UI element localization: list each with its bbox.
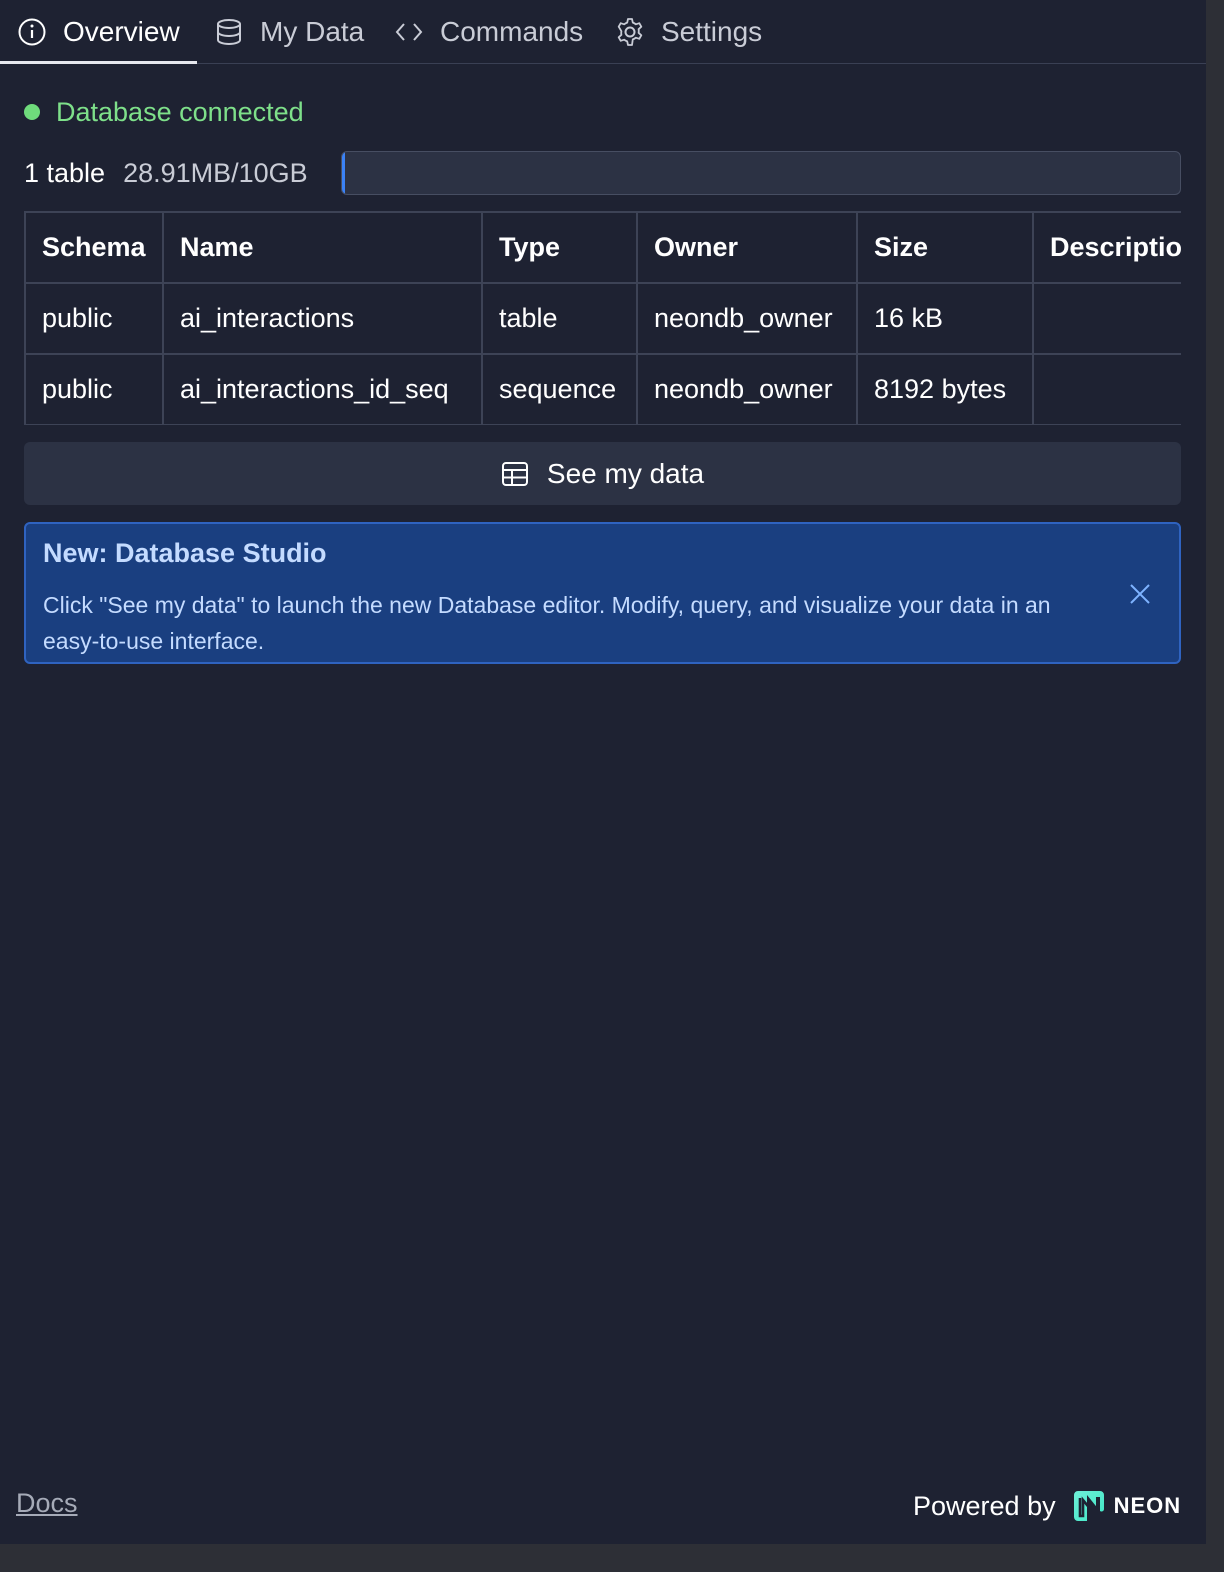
table-cell: public — [24, 353, 164, 425]
table-cell — [1032, 353, 1181, 425]
window-right-edge — [1206, 0, 1224, 1572]
table-header-row: Schema Name Type Owner Size Descriptio — [24, 211, 1181, 284]
column-header-owner: Owner — [636, 211, 858, 284]
table-cell: ai_interactions — [162, 282, 483, 355]
tab-label: Overview — [63, 16, 180, 47]
extension-panel: Overview My Data Commands Settings Datab… — [0, 0, 1206, 1544]
table-cell: neondb_owner — [636, 353, 858, 425]
gear-icon — [617, 18, 643, 46]
column-header-name: Name — [162, 211, 483, 284]
tables-table: Schema Name Type Owner Size Descriptio p… — [24, 211, 1181, 425]
status-dot-icon — [24, 104, 40, 120]
notice-body: Click "See my data" to launch the new Da… — [43, 592, 1051, 654]
notice-title: New: Database Studio — [43, 538, 327, 568]
table-icon — [501, 461, 528, 486]
neon-logo-icon — [1073, 1491, 1104, 1523]
column-header-type: Type — [481, 211, 638, 284]
storage-usage: 28.91MB/10GB — [123, 157, 308, 188]
table-cell: 16 kB — [856, 282, 1034, 355]
tab-bar: Overview My Data Commands Settings — [0, 0, 1206, 64]
database-studio-notice: New: Database Studio Click "See my data"… — [24, 522, 1181, 664]
tab-settings[interactable]: Settings — [615, 0, 762, 64]
window-bottom-edge — [0, 1544, 1224, 1572]
tab-label: My Data — [260, 16, 365, 47]
table-cell: public — [24, 282, 164, 355]
table-row: public ai_interactions table neondb_owne… — [24, 282, 1181, 355]
storage-progress-bar — [341, 151, 1181, 195]
powered-by: Powered by NEON — [913, 1486, 1181, 1526]
docs-link[interactable]: Docs — [16, 1488, 78, 1519]
table-cell: neondb_owner — [636, 282, 858, 355]
table-count: 1 table — [24, 157, 106, 188]
column-header-size: Size — [856, 211, 1034, 284]
table-row: public ai_interactions_id_seq sequence n… — [24, 353, 1181, 425]
see-my-data-button[interactable]: See my data — [24, 442, 1181, 505]
powered-by-text: Powered by — [913, 1490, 1056, 1521]
storage-progress-fill — [342, 152, 345, 194]
neon-wordmark: NEON — [1113, 1493, 1182, 1518]
table-cell: table — [481, 282, 638, 355]
table-cell: sequence — [481, 353, 638, 425]
info-icon — [18, 18, 46, 46]
tab-label: Settings — [661, 16, 763, 47]
column-header-description: Descriptio — [1032, 211, 1181, 284]
see-my-data-label: See my data — [546, 457, 705, 489]
active-tab-indicator — [0, 61, 197, 64]
code-icon — [395, 23, 423, 41]
tab-my-data[interactable]: My Data — [214, 0, 364, 64]
table-cell: ai_interactions_id_seq — [162, 353, 483, 425]
connection-status: Database connected — [24, 94, 304, 130]
table-cell — [1032, 282, 1181, 355]
neon-logo[interactable]: NEON — [1072, 1489, 1182, 1523]
column-header-schema: Schema — [24, 211, 164, 284]
tab-overview[interactable]: Overview — [17, 0, 180, 64]
database-icon — [217, 19, 241, 45]
close-icon[interactable] — [1128, 582, 1152, 606]
table-cell: 8192 bytes — [856, 353, 1034, 425]
tab-label: Commands — [440, 16, 584, 47]
tab-commands[interactable]: Commands — [394, 0, 583, 64]
status-text: Database connected — [56, 96, 304, 127]
storage-summary: 1 table 28.91MB/10GB — [24, 152, 308, 194]
